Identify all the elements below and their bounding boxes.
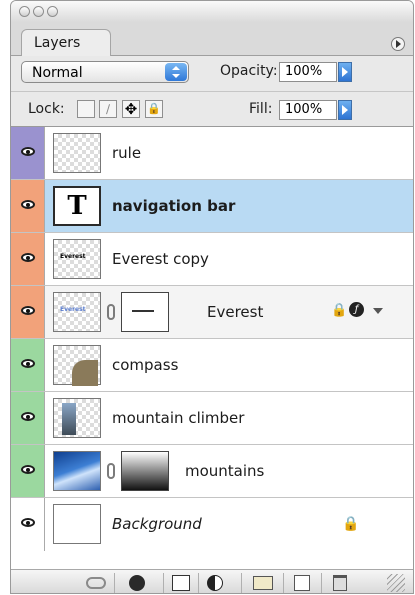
resize-grip-icon[interactable] [387,574,405,592]
layer-row-mountain-climber[interactable]: mountain climber [11,392,413,445]
visibility-toggle[interactable] [11,339,45,391]
panel-menu-icon[interactable] [391,37,405,51]
new-layer-icon[interactable] [294,575,310,591]
layers-panel: Layers Normal Opacity: 100% Lock: ∕ ✥ 🔒 … [10,0,414,594]
lock-position-move-icon[interactable]: ✥ [122,100,140,118]
lock-icon: 🔒 [342,516,360,532]
toolbar-divider [241,573,242,593]
blend-opacity-row: Normal Opacity: 100% [11,55,413,91]
tab-layers[interactable]: Layers [21,29,111,56]
toolbar-divider [321,573,322,593]
thumbnail-text: Everest [60,306,86,313]
eye-icon [21,518,35,527]
eye-icon [21,200,35,209]
layer-style-icon[interactable] [129,575,145,591]
layer-name: navigation bar [112,197,236,215]
climber-image [62,403,76,435]
lock-label: Lock: [28,101,65,117]
layer-effects-icon[interactable]: ƒ [349,302,364,317]
opacity-field[interactable]: 100% [279,62,337,82]
layer-list: rule T navigation bar Everest Everest co… [11,127,413,569]
layer-row-rule[interactable]: rule [11,127,413,180]
layer-row-everest[interactable]: Everest Everest 🔒 ƒ [11,286,413,339]
layer-thumbnail: Everest [53,292,101,332]
layer-thumbnail [53,345,101,386]
adjustment-layer-icon[interactable] [207,575,223,591]
eye-icon [21,253,35,262]
fill-label: Fill: [249,101,273,117]
mask-stroke [132,310,154,312]
layer-row-navigation-bar[interactable]: T navigation bar [11,180,413,233]
opacity-label: Opacity: [220,63,278,79]
compass-image [72,360,98,386]
toolbar-divider [283,573,284,593]
eye-icon [21,306,35,315]
visibility-toggle[interactable] [11,445,45,497]
toolbar-divider [114,573,115,593]
text-layer-thumbnail: T [53,186,101,226]
layer-name: Background [112,515,202,533]
toolbar-divider [163,573,164,593]
layer-row-background[interactable]: Background 🔒 [11,498,413,569]
minimize-window-button[interactable] [33,6,44,17]
layer-thumbnail [53,451,101,491]
trash-icon[interactable] [333,575,347,591]
eye-icon [21,359,35,368]
tab-strip: Layers [11,23,413,56]
fill-field[interactable]: 100% [279,100,337,120]
lock-image-brush-icon[interactable]: ∕ [99,100,117,118]
layer-name: Everest copy [112,250,209,268]
type-t-icon: T [67,191,87,221]
lock-icon: 🔒 [331,303,348,318]
layer-thumbnail [53,133,101,173]
zoom-window-button[interactable] [47,6,58,17]
eye-icon [21,412,35,421]
lock-transparency-icon[interactable] [77,100,95,118]
palette-titlebar[interactable] [11,1,413,24]
add-mask-icon[interactable] [172,575,190,591]
expand-effects-triangle-icon[interactable] [373,308,383,314]
layer-row-compass[interactable]: compass [11,339,413,392]
gradient-mask-thumbnail[interactable] [121,451,169,491]
layer-thumbnail [53,398,101,438]
opacity-slider-arrow-icon[interactable] [338,62,352,82]
layers-footer-toolbar [11,569,413,593]
visibility-toggle[interactable] [11,233,45,285]
layer-name: mountains [185,462,265,480]
layer-name: mountain climber [112,409,245,427]
chevron-updown-icon[interactable] [165,63,187,81]
visibility-toggle[interactable] [11,180,45,232]
visibility-toggle[interactable] [11,498,45,551]
visibility-toggle[interactable] [11,392,45,444]
mask-link-chain-icon[interactable] [107,463,115,479]
close-window-button[interactable] [19,6,30,17]
lock-all-icon[interactable]: 🔒 [145,100,163,118]
layer-name: rule [112,144,142,162]
layer-name: Everest [207,303,264,321]
layer-thumbnail [53,504,101,544]
blend-mode-value: Normal [32,65,83,81]
layer-row-mountains[interactable]: mountains [11,445,413,498]
toolbar-divider [198,573,199,593]
lock-fill-row: Lock: ∕ ✥ 🔒 Fill: 100% [11,91,413,127]
layer-name: compass [112,356,179,374]
visibility-toggle[interactable] [11,286,45,338]
layer-mask-thumbnail[interactable] [121,292,169,332]
visibility-toggle[interactable] [11,127,45,179]
layer-row-everest-copy[interactable]: Everest Everest copy [11,233,413,286]
blend-mode-select[interactable]: Normal [21,61,189,83]
thumbnail-text: Everest [60,253,86,260]
new-group-icon[interactable] [253,576,273,590]
fill-slider-arrow-icon[interactable] [338,100,352,120]
link-layers-icon[interactable] [86,577,106,589]
mask-link-chain-icon[interactable] [107,304,115,320]
eye-icon [21,465,35,474]
layer-thumbnail: Everest [53,239,101,279]
eye-icon [21,147,35,156]
